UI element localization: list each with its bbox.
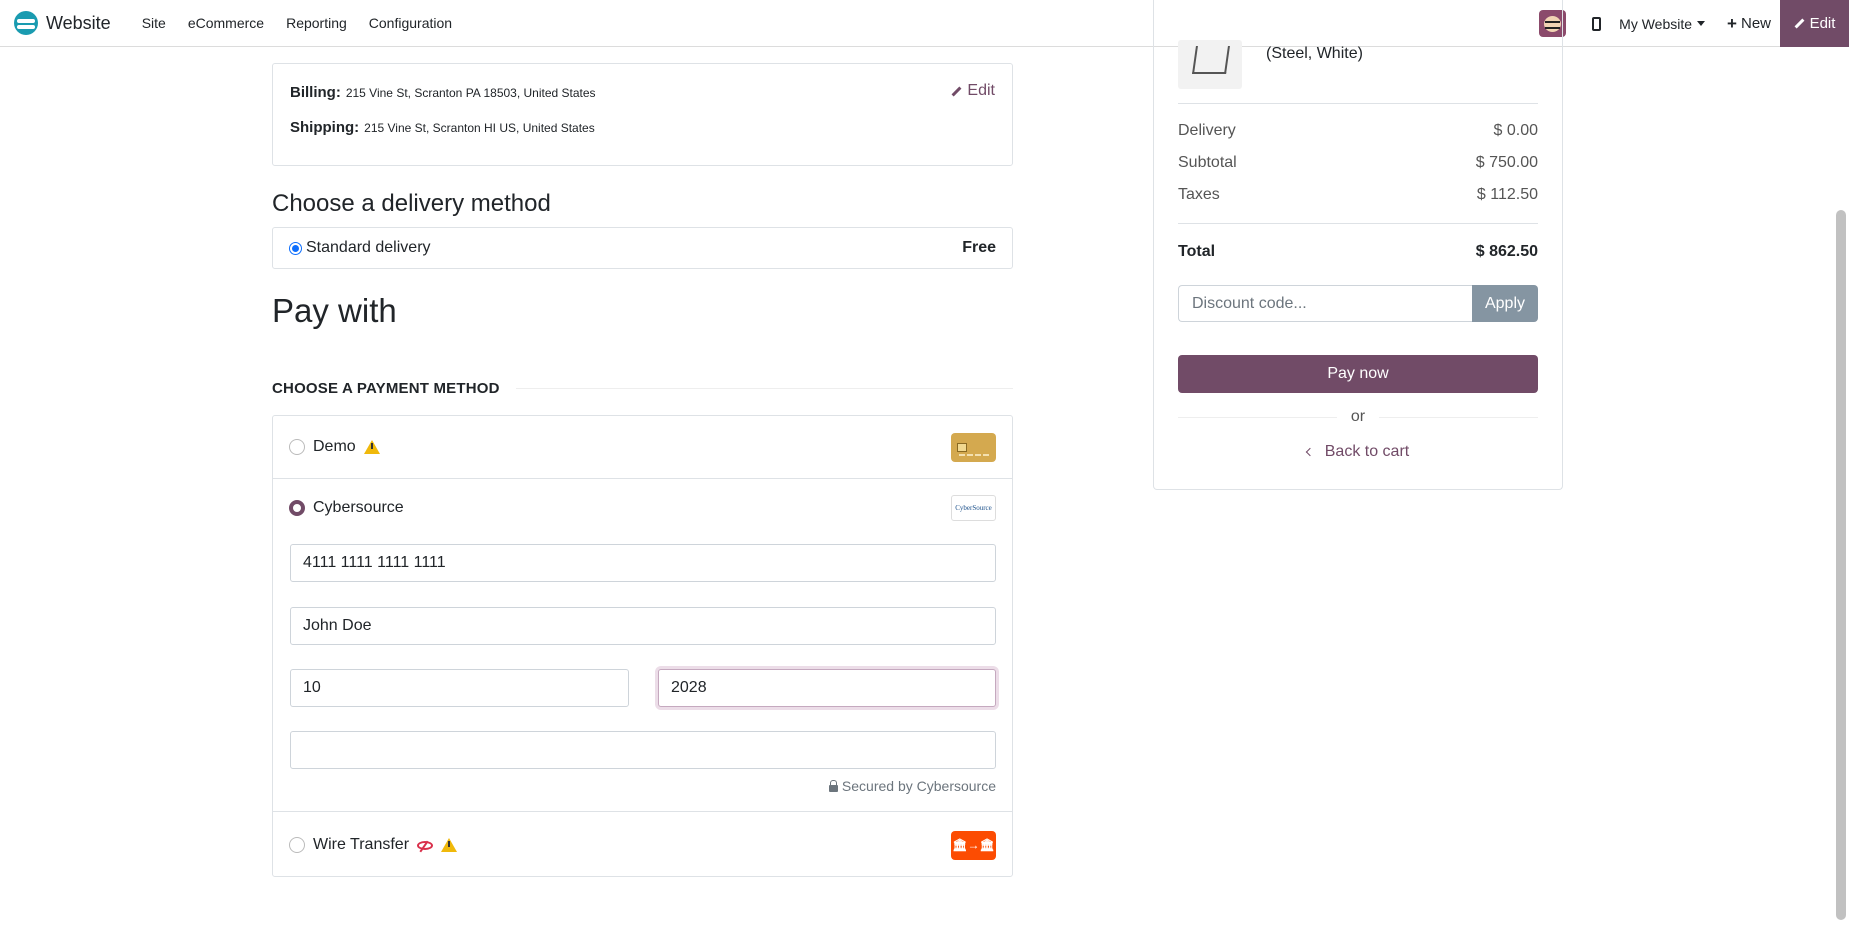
app-brand[interactable]: Website (14, 11, 111, 35)
delivery-label: Delivery (1178, 122, 1236, 139)
warning-icon (441, 838, 458, 852)
secured-by-text: Secured by Cybersource (841, 778, 996, 794)
payment-method-wire-transfer[interactable]: Wire Transfer 🏛→🏛 (273, 828, 1012, 862)
bank-transfer-logo-icon: 🏛→🏛 (951, 830, 996, 860)
delivery-radio[interactable] (289, 241, 302, 255)
top-navbar: Website Site eCommerce Reporting Configu… (0, 0, 1849, 47)
topbar-actions: My Website + New Edit (1539, 0, 1849, 47)
divider (1178, 223, 1538, 224)
payment-method-heading: CHOOSE A PAYMENT METHOD (272, 380, 500, 397)
menu-reporting[interactable]: Reporting (275, 15, 358, 31)
edit-page-label: Edit (1809, 15, 1836, 32)
apply-discount-button[interactable]: Apply (1472, 285, 1538, 322)
pay-now-button[interactable]: Pay now (1178, 355, 1538, 393)
payment-method-label: Cybersource (313, 499, 404, 516)
back-to-cart-label: Back to cart (1324, 443, 1410, 460)
shipping-address: Shipping: 215 Vine St, Scranton HI US, Un… (290, 119, 595, 136)
wire-transfer-radio[interactable] (289, 837, 305, 853)
billing-address: Billing: 215 Vine St, Scranton PA 18503, … (290, 84, 596, 101)
expiry-year-input[interactable]: 2028 (658, 669, 996, 707)
payment-method-cybersource[interactable]: Cybersource CyberSource (273, 491, 1012, 525)
delivery-value: $ 0.00 (1493, 122, 1538, 139)
expiry-month-input[interactable]: 10 (290, 669, 629, 707)
subtotal-value: $ 750.00 (1475, 154, 1538, 171)
new-button[interactable]: + New (1727, 14, 1771, 34)
card-holder-input[interactable]: John Doe (290, 607, 996, 645)
divider (273, 811, 1012, 812)
divider (1379, 416, 1539, 418)
pencil-icon (951, 86, 962, 96)
new-button-label: New (1740, 15, 1771, 32)
taxes-value: $ 112.50 (1476, 186, 1538, 203)
taxes-label: Taxes (1178, 186, 1220, 203)
divider (515, 388, 1013, 389)
total-label: Total (1178, 243, 1216, 260)
order-summary: (Steel, White) Delivery $ 0.00 Subtotal … (1153, 0, 1563, 490)
payment-method-label: Wire Transfer (313, 836, 410, 853)
back-to-cart-link[interactable]: Back to cart (1178, 443, 1538, 461)
total-row: Total $ 862.50 (1178, 243, 1538, 261)
product-variant: (Steel, White) (1266, 45, 1363, 62)
payment-method-heading-row: CHOOSE A PAYMENT METHOD (272, 380, 1013, 397)
delivery-option-label: Standard delivery (306, 239, 431, 256)
pencil-icon (1794, 18, 1805, 29)
website-switcher[interactable]: My Website (1619, 15, 1706, 32)
shipping-label: Shipping: (290, 119, 360, 136)
delivery-row: Delivery $ 0.00 (1178, 122, 1538, 140)
pay-with-heading: Pay with (272, 292, 397, 329)
chevron-left-icon (1305, 447, 1314, 457)
app-name: Website (46, 12, 111, 33)
eye-slash-icon (417, 840, 434, 850)
warning-icon (363, 440, 380, 454)
secured-by-note: Secured by Cybersource (828, 778, 996, 794)
or-separator: or (1178, 408, 1539, 426)
credit-card-logo-icon (951, 432, 996, 462)
billing-value: 215 Vine St, Scranton PA 18503, United S… (345, 86, 596, 100)
caret-down-icon (1697, 21, 1706, 26)
discount-code-input[interactable]: Discount code... (1178, 285, 1472, 322)
cybersource-radio[interactable] (289, 500, 305, 516)
divider (273, 478, 1012, 479)
lock-icon (828, 779, 838, 792)
product-image (1178, 40, 1242, 89)
payment-method-demo[interactable]: Demo (273, 430, 1012, 464)
card-number-input[interactable]: 4111 1111 1111 1111 (290, 544, 996, 582)
address-card: Billing: 215 Vine St, Scranton PA 18503, … (272, 63, 1013, 166)
main-menu: Site eCommerce Reporting Configuration (131, 15, 463, 31)
page-scrollbar[interactable] (1836, 210, 1846, 920)
cybersource-logo-icon: CyberSource (951, 495, 996, 521)
or-text: or (1350, 408, 1366, 425)
subtotal-row: Subtotal $ 750.00 (1178, 154, 1538, 172)
shipping-value: 215 Vine St, Scranton HI US, United Stat… (364, 121, 595, 135)
website-app-icon (14, 11, 38, 35)
menu-ecommerce[interactable]: eCommerce (177, 15, 275, 31)
edit-page-button[interactable]: Edit (1780, 0, 1849, 47)
divider (1178, 103, 1538, 104)
demo-radio[interactable] (289, 439, 305, 455)
payment-methods-card: Demo Cybersource CyberSource 4111 1111 1… (272, 415, 1013, 877)
delivery-option[interactable]: Standard delivery Free (272, 227, 1013, 269)
website-switcher-label: My Website (1619, 15, 1693, 32)
discount-form: Discount code... Apply (1178, 285, 1538, 322)
taxes-row: Taxes $ 112.50 (1178, 186, 1538, 204)
plus-icon: + (1727, 13, 1737, 33)
billing-label: Billing: (290, 84, 341, 101)
total-value: $ 862.50 (1475, 243, 1538, 260)
delivery-option-price: Free (962, 239, 996, 256)
edit-address-link[interactable]: Edit (951, 82, 995, 100)
delivery-heading: Choose a delivery method (272, 190, 551, 217)
mobile-preview-icon[interactable] (1592, 16, 1602, 31)
cvc-input[interactable] (290, 731, 996, 769)
payment-method-label: Demo (313, 438, 356, 455)
menu-configuration[interactable]: Configuration (358, 15, 463, 31)
subtotal-label: Subtotal (1178, 154, 1237, 171)
menu-site[interactable]: Site (131, 15, 177, 31)
divider (1178, 416, 1337, 418)
edit-address-label: Edit (967, 82, 995, 99)
